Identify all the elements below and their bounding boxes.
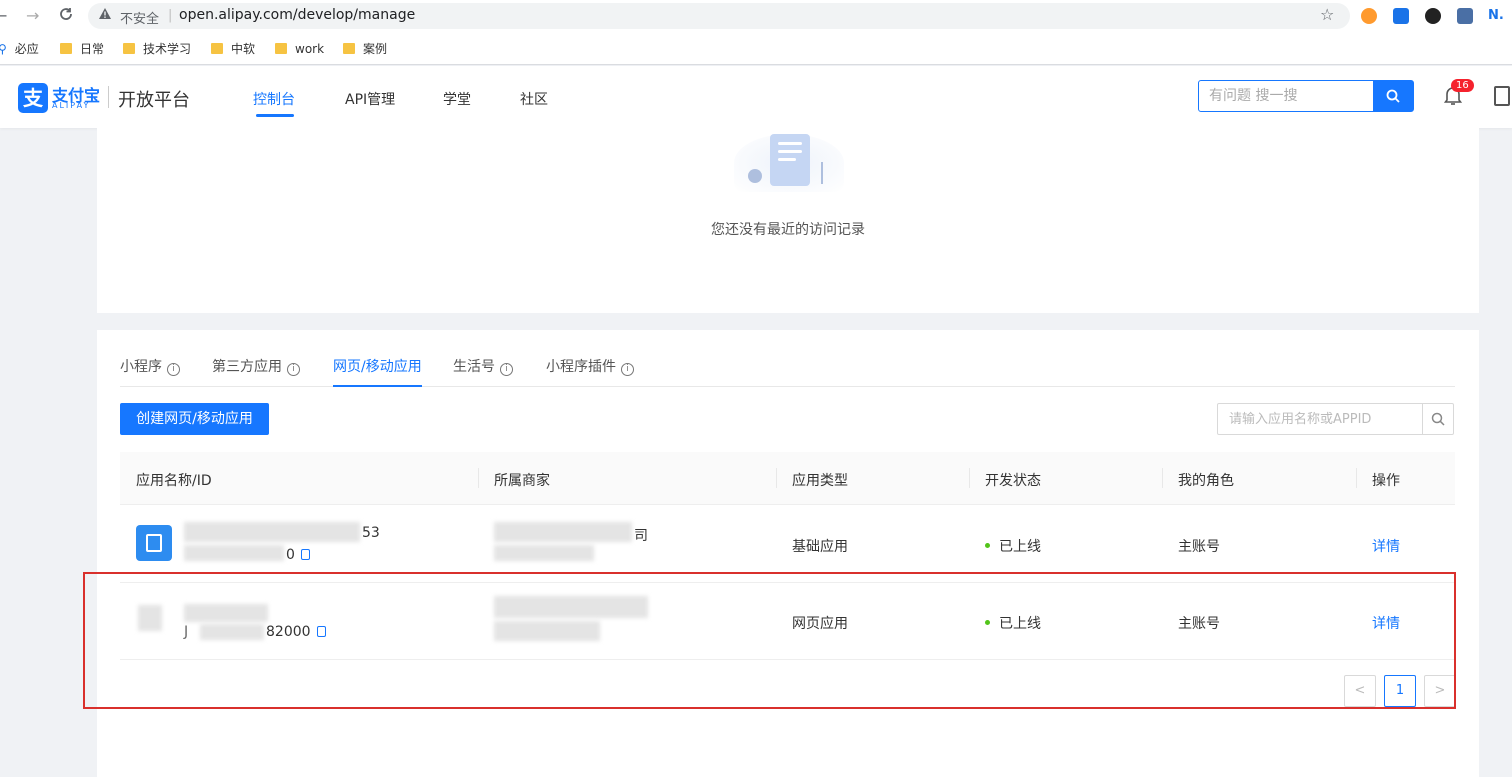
search-icon <box>1431 412 1445 426</box>
column-separator <box>1162 468 1163 488</box>
browser-toolbar: ← → 不安全 | open.alipay.com/develop/manage… <box>0 0 1512 32</box>
search-button[interactable] <box>1373 81 1413 111</box>
app-role: 主账号 <box>1178 539 1220 555</box>
forward-icon[interactable]: → <box>26 6 39 26</box>
app-filter-input[interactable] <box>1218 404 1423 434</box>
col-action: 操作 <box>1372 473 1400 489</box>
column-separator <box>969 468 970 488</box>
bookmarks-bar: ⚲ 必应 日常 技术学习 中软 work 案例 <box>0 32 1512 65</box>
info-icon[interactable]: i <box>167 363 180 376</box>
app-header: 支 支付宝 ALIPAY 开放平台 控制台 API管理 学堂 社区 16 <box>0 66 1512 128</box>
tab-active-indicator <box>333 385 422 387</box>
redacted-app-name <box>184 522 360 542</box>
filter-search-button[interactable] <box>1422 404 1453 434</box>
nav-active-indicator <box>256 114 294 117</box>
folder-icon <box>60 43 72 54</box>
app-name-tail: 53 <box>362 525 380 541</box>
info-icon[interactable]: i <box>621 363 634 376</box>
header-search-input[interactable] <box>1199 81 1373 111</box>
empty-message: 您还没有最近的访问记录 <box>711 222 865 238</box>
column-separator <box>1356 468 1357 488</box>
tab-mini-program[interactable]: 小程序 i <box>120 356 180 376</box>
table-header <box>120 452 1455 505</box>
copy-icon[interactable] <box>300 549 310 560</box>
folder-icon <box>343 43 355 54</box>
details-link[interactable]: 详情 <box>1372 536 1400 556</box>
info-icon[interactable]: i <box>287 363 300 376</box>
logo-subtext: ALIPAY <box>52 101 91 110</box>
reload-icon[interactable] <box>58 6 74 27</box>
info-icon[interactable]: i <box>500 363 513 376</box>
folder-icon <box>123 43 135 54</box>
insecure-label: 不安全 <box>120 12 160 27</box>
tab-divider <box>120 386 1455 387</box>
create-app-button[interactable]: 创建网页/移动应用 <box>120 403 269 435</box>
nav-academy[interactable]: 学堂 <box>443 89 471 109</box>
url-separator: | <box>168 8 173 23</box>
folder-icon <box>275 43 287 54</box>
bookmark-folder[interactable]: 日常 <box>60 41 104 57</box>
app-status: 已上线 <box>985 536 1041 556</box>
redacted-app-id <box>184 545 284 561</box>
col-merchant: 所属商家 <box>494 473 550 489</box>
extension-icon[interactable] <box>1361 8 1377 24</box>
tab-plugin[interactable]: 小程序插件 i <box>546 356 634 376</box>
nav-console[interactable]: 控制台 <box>253 89 295 109</box>
bookmark-folder[interactable]: 案例 <box>343 41 387 57</box>
evernote-icon[interactable] <box>1425 8 1441 24</box>
redacted-merchant <box>494 545 594 561</box>
app-icon <box>136 525 172 561</box>
app-type: 基础应用 <box>792 539 848 555</box>
bookmark-folder[interactable]: work <box>275 41 324 57</box>
nav-community[interactable]: 社区 <box>520 89 548 109</box>
bookmark-folder[interactable]: 中软 <box>211 41 255 57</box>
app-id-tail: 0 <box>286 547 310 563</box>
notification-badge: 16 <box>1451 79 1474 92</box>
tab-life-account[interactable]: 生活号 i <box>453 356 513 376</box>
warning-icon[interactable] <box>98 7 112 24</box>
alipay-logo-icon[interactable]: 支 <box>18 83 48 113</box>
bookmark-bing[interactable]: ⚲ 必应 <box>0 41 39 57</box>
col-status: 开发状态 <box>985 473 1041 489</box>
col-type: 应用类型 <box>792 473 848 489</box>
highlight-box <box>83 572 1456 709</box>
app-filter <box>1217 403 1454 435</box>
url-text[interactable]: open.alipay.com/develop/manage <box>179 7 415 23</box>
back-icon[interactable]: ← <box>0 6 7 26</box>
folder-icon <box>211 43 223 54</box>
search-icon: ⚲ <box>0 42 7 56</box>
tab-third-party[interactable]: 第三方应用 i <box>212 356 300 376</box>
header-search <box>1198 80 1414 112</box>
extension-n-icon[interactable]: N. <box>1488 8 1510 24</box>
redacted-merchant <box>494 522 632 542</box>
search-icon <box>1386 89 1400 103</box>
document-icon[interactable] <box>1494 86 1510 106</box>
tab-web-mobile[interactable]: 网页/移动应用 <box>333 356 422 376</box>
merchant-tail: 司 <box>634 528 648 544</box>
bookmark-folder[interactable]: 技术学习 <box>123 41 191 57</box>
column-separator <box>478 468 479 488</box>
col-app-name: 应用名称/ID <box>136 473 212 489</box>
save-icon[interactable] <box>1457 8 1473 24</box>
status-dot-icon <box>985 543 990 548</box>
empty-illustration <box>734 126 844 192</box>
nav-api[interactable]: API管理 <box>345 89 395 109</box>
extension-icon[interactable] <box>1393 8 1409 24</box>
platform-title: 开放平台 <box>118 90 190 111</box>
column-separator <box>776 468 777 488</box>
col-role: 我的角色 <box>1178 473 1234 489</box>
logo-divider <box>108 86 109 108</box>
bookmark-star-icon[interactable]: ☆ <box>1320 5 1334 24</box>
